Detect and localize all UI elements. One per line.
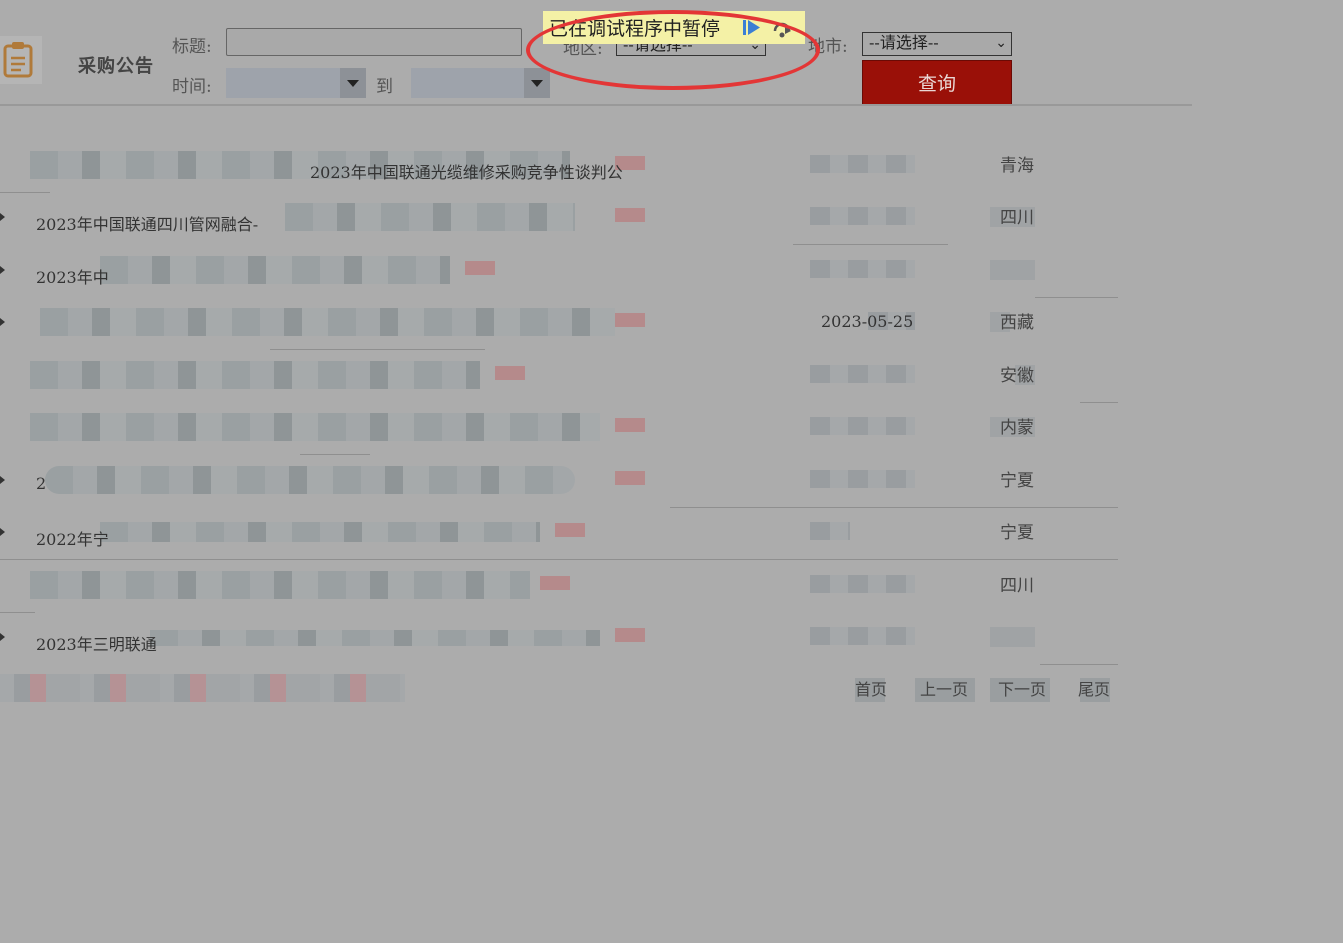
pagination: 首页 上一页 下一页 尾页 bbox=[0, 672, 1120, 706]
redacted-date bbox=[810, 575, 915, 593]
row-arrow-icon bbox=[0, 213, 5, 221]
redacted-date bbox=[810, 470, 915, 488]
redacted-badge bbox=[615, 418, 645, 432]
time-label: 时间: bbox=[172, 77, 212, 97]
start-date-field[interactable] bbox=[226, 68, 366, 98]
redacted-title bbox=[40, 308, 615, 336]
row-arrow-icon bbox=[0, 318, 5, 326]
list-item[interactable]: 2023-05-25 西藏 bbox=[0, 298, 1120, 350]
row-arrow-icon bbox=[0, 528, 5, 536]
city-select-value: --请选择-- bbox=[869, 33, 939, 52]
redacted-date bbox=[810, 417, 915, 435]
row-title: 2023年中国联通四川管网融合- bbox=[36, 215, 259, 234]
redacted-badge bbox=[615, 208, 645, 222]
list-item[interactable]: 2023年三明联通 bbox=[0, 613, 1120, 665]
clipboard-icon bbox=[0, 36, 42, 84]
next-page-link[interactable]: 下一页 bbox=[998, 676, 1046, 700]
redacted-title bbox=[150, 630, 600, 646]
list-item[interactable]: 安徽 bbox=[0, 351, 1120, 403]
list-item[interactable]: 2 宁夏 bbox=[0, 456, 1120, 508]
redacted-title bbox=[30, 571, 530, 599]
calendar-dropdown-icon[interactable] bbox=[340, 68, 366, 98]
redacted-badge bbox=[555, 523, 585, 537]
row-region: 内蒙 bbox=[1000, 418, 1034, 438]
row-title: 2 bbox=[36, 474, 47, 493]
redacted-badge bbox=[465, 261, 495, 275]
row-separator bbox=[300, 454, 370, 455]
calendar-dropdown-icon[interactable] bbox=[524, 68, 550, 98]
prev-page-link[interactable]: 上一页 bbox=[920, 676, 968, 700]
redacted-region bbox=[990, 260, 1035, 280]
query-button[interactable]: 查询 bbox=[862, 60, 1012, 105]
row-separator bbox=[0, 559, 1118, 560]
redacted-date bbox=[810, 207, 915, 225]
list-item[interactable]: 2022年宁 宁夏 bbox=[0, 508, 1120, 560]
row-separator bbox=[793, 244, 948, 245]
redacted-date bbox=[810, 522, 850, 540]
row-region: 四川 bbox=[1000, 576, 1034, 596]
row-arrow-icon bbox=[0, 266, 5, 274]
redacted-badge bbox=[540, 576, 570, 590]
redacted-date bbox=[810, 627, 915, 645]
redacted-region bbox=[990, 627, 1035, 647]
redacted-title bbox=[100, 256, 450, 284]
row-title: 2023年中 bbox=[36, 268, 109, 287]
list-item[interactable]: 四川 bbox=[0, 561, 1120, 613]
redacted-title bbox=[30, 413, 600, 441]
page-title: 采购公告 bbox=[78, 56, 154, 77]
first-page-link[interactable]: 首页 bbox=[855, 676, 887, 700]
row-arrow-icon bbox=[0, 476, 5, 484]
redacted-date bbox=[810, 365, 915, 383]
redacted-badge bbox=[495, 366, 525, 380]
row-region: 宁夏 bbox=[1000, 471, 1034, 491]
list-item[interactable]: 2023年中国联通四川管网融合- 四川 bbox=[0, 193, 1120, 245]
title-label: 标题: bbox=[172, 37, 212, 57]
redacted-badge bbox=[615, 471, 645, 485]
redacted-record-count bbox=[0, 674, 405, 702]
end-date-field[interactable] bbox=[411, 68, 550, 98]
redacted-date bbox=[810, 155, 915, 173]
redacted-badge bbox=[615, 628, 645, 642]
row-region: 青海 bbox=[1000, 156, 1034, 176]
redacted-date bbox=[810, 260, 915, 278]
to-label: 到 bbox=[376, 77, 393, 97]
redacted-title bbox=[100, 522, 540, 542]
redacted-title bbox=[45, 466, 575, 494]
redacted-title bbox=[285, 203, 575, 231]
row-title: 2022年宁 bbox=[36, 530, 109, 549]
row-region: 安徽 bbox=[1000, 366, 1034, 386]
row-region: 宁夏 bbox=[1000, 523, 1034, 543]
redacted-title bbox=[30, 361, 480, 389]
row-separator bbox=[1040, 664, 1118, 665]
redacted-badge bbox=[615, 313, 645, 327]
chevron-down-icon: ⌄ bbox=[995, 35, 1007, 51]
highlight-circle bbox=[526, 10, 820, 90]
row-title: 2023年中国联通光缆维修采购竞争性谈判公 bbox=[310, 163, 623, 182]
row-region: 西藏 bbox=[1000, 313, 1034, 333]
row-separator bbox=[270, 349, 485, 350]
list-item[interactable]: 2023年中国联通光缆维修采购竞争性谈判公 青海 bbox=[0, 141, 1120, 193]
list-item[interactable]: 内蒙 bbox=[0, 403, 1120, 455]
row-arrow-icon bbox=[0, 633, 5, 641]
row-region: 四川 bbox=[1000, 208, 1034, 228]
header-divider bbox=[0, 104, 1192, 106]
row-date: 2023-05-25 bbox=[821, 312, 914, 331]
title-search-input[interactable] bbox=[226, 28, 522, 56]
last-page-link[interactable]: 尾页 bbox=[1078, 676, 1110, 700]
city-select[interactable]: --请选择-- ⌄ bbox=[862, 32, 1012, 56]
row-title: 2023年三明联通 bbox=[36, 635, 157, 654]
list-item[interactable]: 2023年中 bbox=[0, 246, 1120, 298]
